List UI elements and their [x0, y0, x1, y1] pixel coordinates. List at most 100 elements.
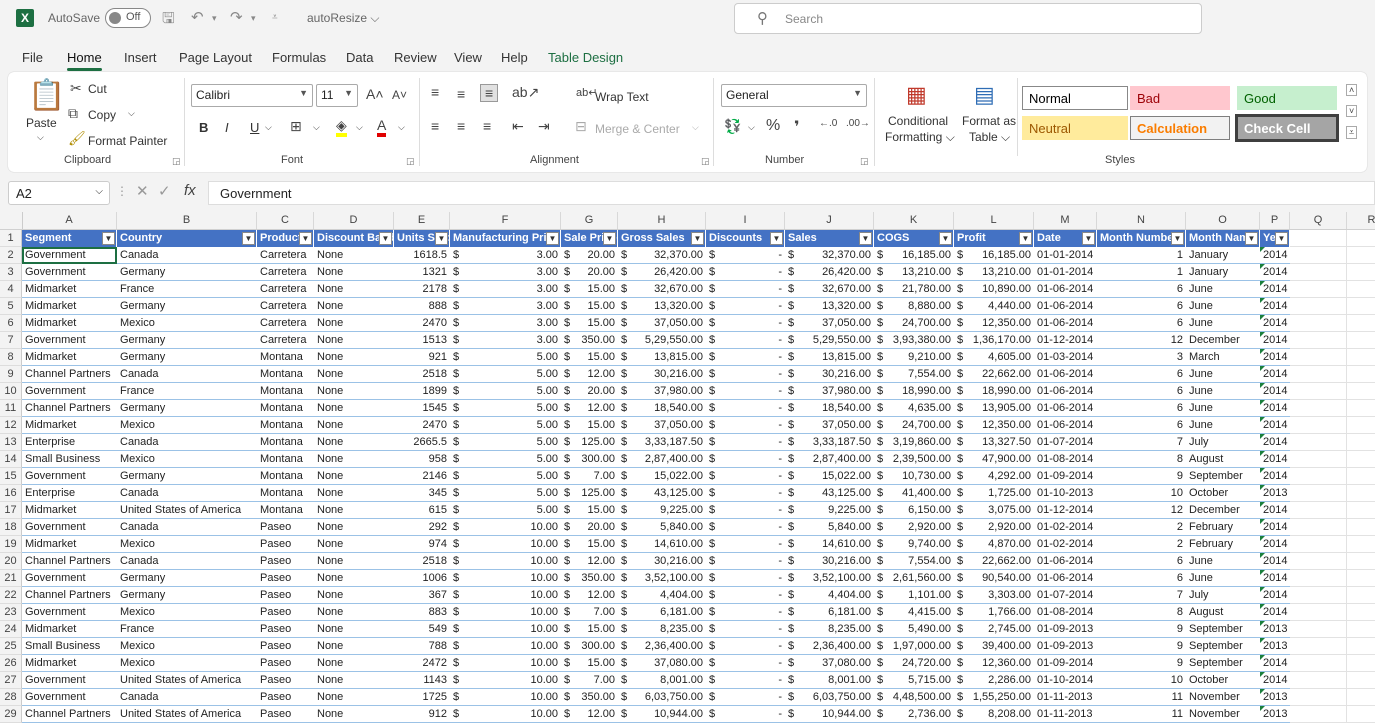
empty-cell[interactable]: [1290, 485, 1347, 502]
table-cell[interactable]: Channel Partners: [22, 553, 117, 570]
table-cell[interactable]: 2014: [1260, 570, 1290, 587]
table-cell[interactable]: 2014: [1260, 349, 1290, 366]
row-header[interactable]: 7: [0, 332, 22, 349]
empty-cell[interactable]: [1347, 638, 1375, 655]
row-header[interactable]: 16: [0, 485, 22, 502]
table-cell[interactable]: $ -: [706, 247, 785, 264]
table-cell[interactable]: 615: [394, 502, 450, 519]
table-cell[interactable]: December: [1186, 332, 1260, 349]
table-cell[interactable]: $37,050.00: [618, 417, 706, 434]
empty-cell[interactable]: [1347, 536, 1375, 553]
table-cell[interactable]: None: [314, 332, 394, 349]
table-cell[interactable]: 01-06-2014: [1034, 400, 1097, 417]
table-cell[interactable]: $37,050.00: [785, 315, 874, 332]
table-cell[interactable]: $2,36,400.00: [785, 638, 874, 655]
column-header-n[interactable]: N: [1097, 212, 1186, 229]
table-cell[interactable]: 01-06-2014: [1034, 417, 1097, 434]
table-cell[interactable]: 6: [1097, 315, 1186, 332]
table-cell[interactable]: $4,635.00: [874, 400, 954, 417]
empty-cell[interactable]: [1347, 417, 1375, 434]
row-header[interactable]: 21: [0, 570, 22, 587]
table-cell[interactable]: Carretera: [257, 298, 314, 315]
row-header[interactable]: 9: [0, 366, 22, 383]
borders-icon[interactable]: ⊞: [290, 118, 302, 135]
paste-button[interactable]: Paste: [26, 116, 57, 130]
table-cell[interactable]: 01-10-2013: [1034, 485, 1097, 502]
search-box[interactable]: ⚲ Search: [734, 3, 1202, 34]
table-cell[interactable]: $3.00: [450, 264, 561, 281]
table-cell[interactable]: 2518: [394, 366, 450, 383]
column-header-l[interactable]: L: [954, 212, 1034, 229]
table-cell[interactable]: 2014: [1260, 604, 1290, 621]
table-cell[interactable]: 12: [1097, 502, 1186, 519]
table-cell[interactable]: $3,93,380.00: [874, 332, 954, 349]
table-cell[interactable]: $2,39,500.00: [874, 451, 954, 468]
filter-dropdown-icon[interactable]: ▼: [1245, 232, 1258, 245]
filter-dropdown-icon[interactable]: ▼: [691, 232, 704, 245]
table-cell[interactable]: None: [314, 264, 394, 281]
filter-dropdown-icon[interactable]: ▼: [546, 232, 559, 245]
tab-help[interactable]: Help: [501, 50, 528, 65]
filter-dropdown-icon[interactable]: ▼: [1171, 232, 1184, 245]
empty-cell[interactable]: [1347, 621, 1375, 638]
table-cell[interactable]: July: [1186, 434, 1260, 451]
enter-icon[interactable]: ✓: [158, 182, 171, 200]
table-cell[interactable]: $5.00: [450, 400, 561, 417]
table-cell[interactable]: Channel Partners: [22, 366, 117, 383]
table-cell[interactable]: $7.00: [561, 604, 618, 621]
table-cell[interactable]: $ -: [706, 468, 785, 485]
number-format-select[interactable]: General ▼: [721, 84, 867, 107]
table-cell[interactable]: $10.00: [450, 689, 561, 706]
table-cell[interactable]: 1725: [394, 689, 450, 706]
table-cell[interactable]: 7: [1097, 587, 1186, 604]
table-cell[interactable]: June: [1186, 417, 1260, 434]
filter-dropdown-icon[interactable]: ▼: [242, 232, 255, 245]
empty-cell[interactable]: [1347, 298, 1375, 315]
table-header-cell[interactable]: Gross Sales ▼: [618, 230, 706, 247]
table-cell[interactable]: 292: [394, 519, 450, 536]
table-cell[interactable]: $6,150.00: [874, 502, 954, 519]
table-cell[interactable]: United States of America: [117, 502, 257, 519]
table-cell[interactable]: $32,370.00: [618, 247, 706, 264]
table-cell[interactable]: $5.00: [450, 451, 561, 468]
table-cell[interactable]: 2014: [1260, 468, 1290, 485]
table-cell[interactable]: $3,303.00: [954, 587, 1034, 604]
table-cell[interactable]: $13,815.00: [618, 349, 706, 366]
table-cell[interactable]: $13,210.00: [874, 264, 954, 281]
table-cell[interactable]: France: [117, 281, 257, 298]
table-cell[interactable]: 01-06-2014: [1034, 383, 1097, 400]
table-cell[interactable]: 01-10-2014: [1034, 672, 1097, 689]
table-cell[interactable]: $90,540.00: [954, 570, 1034, 587]
table-cell[interactable]: 921: [394, 349, 450, 366]
empty-cell[interactable]: [1290, 468, 1347, 485]
table-cell[interactable]: $9,740.00: [874, 536, 954, 553]
table-cell[interactable]: 2518: [394, 553, 450, 570]
empty-cell[interactable]: [1290, 587, 1347, 604]
table-cell[interactable]: $15,022.00: [785, 468, 874, 485]
filter-dropdown-icon[interactable]: ▼: [379, 232, 392, 245]
table-cell[interactable]: $24,720.00: [874, 655, 954, 672]
table-cell[interactable]: 6: [1097, 553, 1186, 570]
empty-cell[interactable]: [1290, 502, 1347, 519]
table-cell[interactable]: None: [314, 417, 394, 434]
empty-cell[interactable]: [1347, 349, 1375, 366]
table-cell[interactable]: 01-03-2014: [1034, 349, 1097, 366]
row-header[interactable]: 18: [0, 519, 22, 536]
table-cell[interactable]: October: [1186, 672, 1260, 689]
row-header[interactable]: 17: [0, 502, 22, 519]
table-cell[interactable]: Germany: [117, 349, 257, 366]
table-cell[interactable]: Midmarket: [22, 621, 117, 638]
redo-icon[interactable]: ↷: [230, 8, 243, 26]
table-cell[interactable]: Government: [22, 689, 117, 706]
empty-cell[interactable]: [1347, 434, 1375, 451]
table-cell[interactable]: 2014: [1260, 536, 1290, 553]
table-cell[interactable]: $30,216.00: [785, 553, 874, 570]
table-cell[interactable]: Small Business: [22, 451, 117, 468]
tab-table-design[interactable]: Table Design: [548, 50, 623, 65]
table-cell[interactable]: $5.00: [450, 468, 561, 485]
table-cell[interactable]: $8,235.00: [618, 621, 706, 638]
table-cell[interactable]: $15.00: [561, 621, 618, 638]
table-cell[interactable]: Germany: [117, 298, 257, 315]
table-cell[interactable]: $ -: [706, 434, 785, 451]
table-cell[interactable]: 2014: [1260, 264, 1290, 281]
